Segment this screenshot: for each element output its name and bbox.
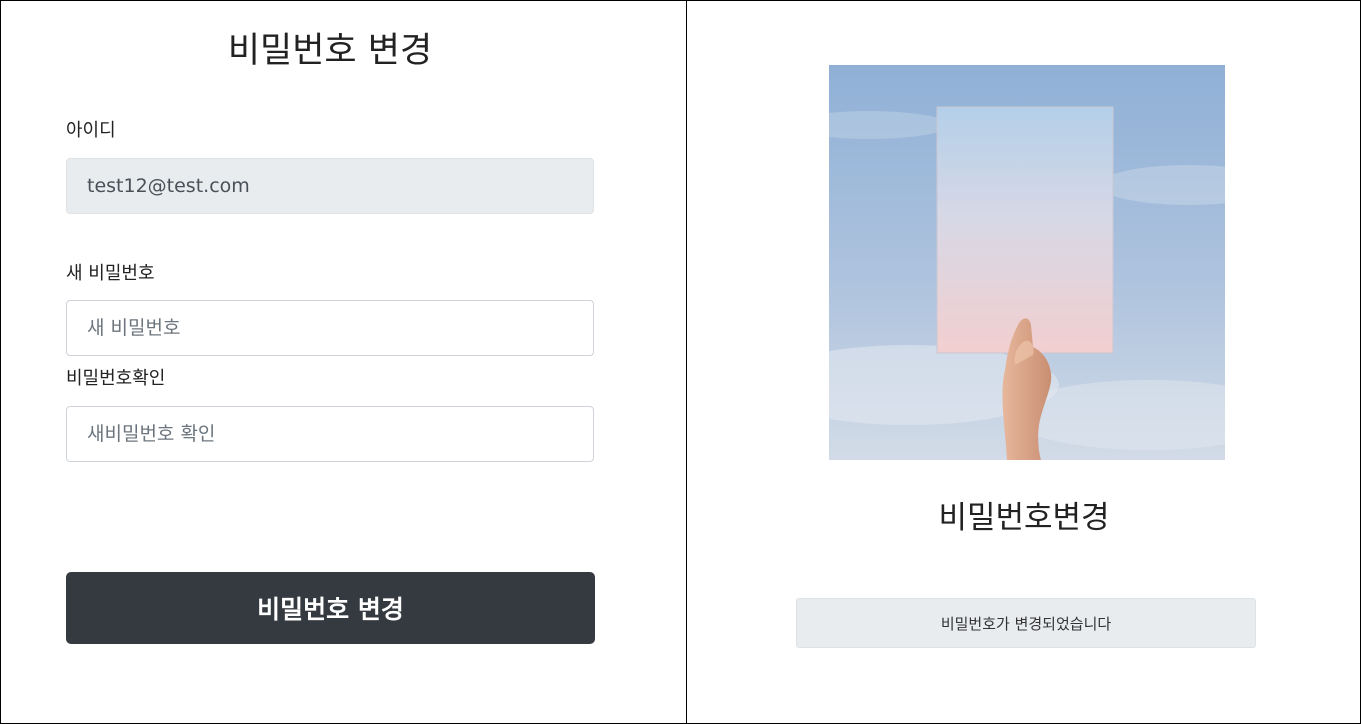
sky-paper-image bbox=[829, 65, 1225, 460]
confirm-password-field[interactable] bbox=[66, 406, 594, 462]
result-title: 비밀번호변경 bbox=[938, 500, 1110, 536]
new-password-field[interactable] bbox=[66, 300, 594, 356]
id-field[interactable] bbox=[66, 158, 594, 214]
id-label: 아이디 bbox=[66, 120, 116, 141]
change-password-button[interactable]: 비밀번호 변경 bbox=[66, 572, 595, 644]
success-message: 비밀번호가 변경되었습니다 bbox=[796, 598, 1256, 648]
result-panel: 비밀번호변경 비밀번호가 변경되었습니다 bbox=[687, 0, 1361, 724]
change-password-form: 비밀번호 변경 아이디 새 비밀번호 비밀번호확인 비밀번호 변경 bbox=[0, 0, 686, 724]
form-title: 비밀번호 변경 bbox=[227, 31, 433, 71]
confirm-password-label: 비밀번호확인 bbox=[66, 368, 166, 389]
new-password-label: 새 비밀번호 bbox=[66, 263, 155, 284]
